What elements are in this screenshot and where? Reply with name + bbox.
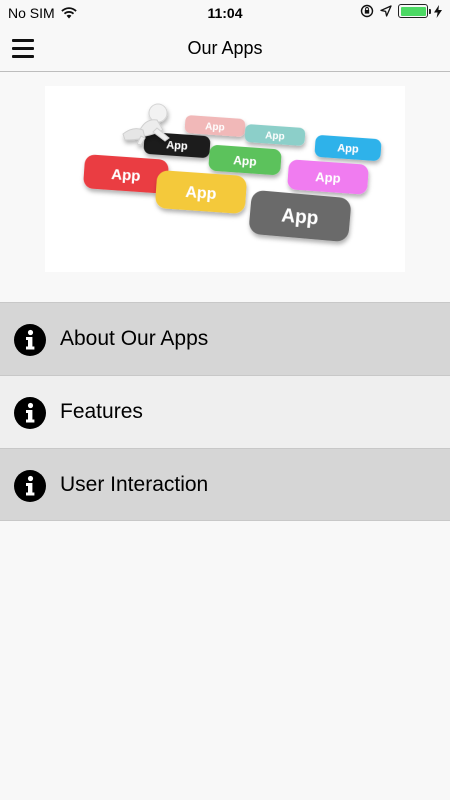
app-tile-pink: App xyxy=(184,115,246,137)
svg-text:App: App xyxy=(265,130,285,142)
svg-text:App: App xyxy=(315,169,341,186)
app-tile-yellow: App xyxy=(155,170,247,214)
svg-text:App: App xyxy=(205,121,225,133)
app-tile-green: App xyxy=(208,145,282,175)
menu-item-label: About Our Apps xyxy=(60,327,209,350)
app-tile-teal: App xyxy=(244,124,306,146)
status-right xyxy=(360,4,442,18)
menu-item-features[interactable]: Features xyxy=(0,375,450,448)
svg-text:App: App xyxy=(185,184,217,203)
app-tile-cyan: App xyxy=(314,135,382,161)
menu-item-label: User Interaction xyxy=(60,472,209,496)
app-tile-magenta: App xyxy=(287,159,369,195)
menu-list: About Our Apps Features User Interaction xyxy=(0,302,450,521)
charging-bolt-icon xyxy=(434,4,442,18)
banner-image: App App App App App App App App App xyxy=(45,86,405,272)
menu-item-about-our-apps[interactable]: About Our Apps xyxy=(0,302,450,375)
battery-level-fill xyxy=(400,6,426,16)
app-tile-black: App xyxy=(143,132,211,158)
battery-icon xyxy=(398,4,431,18)
svg-text:App: App xyxy=(166,139,188,152)
svg-text:App: App xyxy=(233,153,257,169)
info-icon xyxy=(14,397,46,429)
svg-text:App: App xyxy=(337,142,359,155)
svg-text:App: App xyxy=(281,205,320,229)
orientation-lock-icon xyxy=(360,4,374,18)
info-icon xyxy=(14,324,46,356)
app-tile-gray: App xyxy=(249,190,351,242)
location-arrow-icon xyxy=(380,5,392,17)
menu-item-user-interaction[interactable]: User Interaction xyxy=(0,448,450,521)
nav-bar: Our Apps xyxy=(0,26,450,72)
svg-text:App: App xyxy=(111,166,141,185)
info-icon xyxy=(14,470,46,502)
menu-item-label: Features xyxy=(60,400,143,423)
status-bar: No SIM 11:04 xyxy=(0,0,450,26)
page-title: Our Apps xyxy=(187,38,263,58)
app-tile-red: App xyxy=(83,154,169,194)
apps-illustration: App App App App App App App App App xyxy=(83,103,382,242)
